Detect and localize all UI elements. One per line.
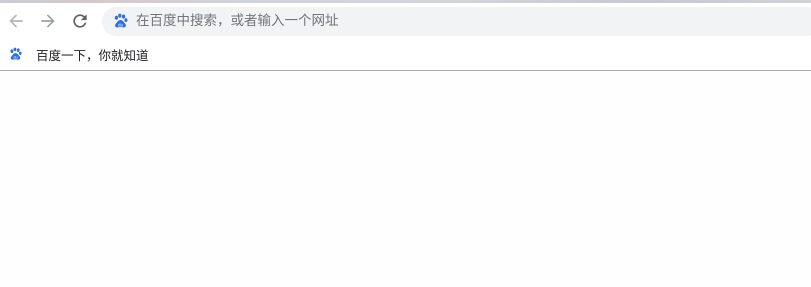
arrow-left-icon	[9, 14, 23, 28]
reload-icon	[73, 14, 87, 28]
baidu-paw-icon: du	[10, 47, 22, 60]
arrow-right-icon	[41, 14, 55, 28]
forward-button[interactable]	[34, 7, 62, 35]
back-button[interactable]	[2, 7, 30, 35]
svg-text:du: du	[118, 22, 123, 27]
bookmark-baidu[interactable]: du 百度一下，你就知道	[4, 42, 153, 66]
address-bar-placeholder: 在百度中搜索，或者输入一个网址	[136, 13, 339, 29]
bookmarks-bar: du 百度一下，你就知道	[0, 38, 811, 69]
svg-text:du: du	[13, 55, 17, 59]
browser-toolbar: du 在百度中搜索，或者输入一个网址	[0, 3, 811, 38]
address-bar[interactable]: du 在百度中搜索，或者输入一个网址	[102, 7, 811, 36]
bookmark-label: 百度一下，你就知道	[36, 47, 149, 63]
baidu-paw-icon: du	[114, 13, 128, 28]
reload-button[interactable]	[66, 7, 94, 35]
page-content-area	[0, 71, 811, 287]
